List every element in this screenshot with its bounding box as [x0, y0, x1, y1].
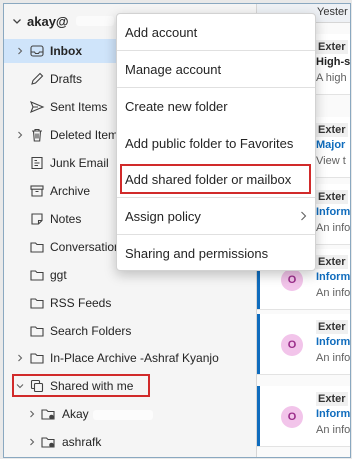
shared-item-ashrafk[interactable]: ashrafk: [4, 430, 256, 454]
folder-label: Archive: [50, 184, 91, 198]
highlight-box-shared-with-me: [12, 374, 150, 397]
message-sender: Exter: [316, 123, 348, 137]
folder-label: In-Place Archive -Ashraf Kyanjo: [50, 351, 219, 365]
menu-item-create-new-folder[interactable]: Create new folder: [117, 88, 315, 124]
folder-label: ggt: [50, 268, 67, 282]
message-preview: An info: [316, 287, 351, 299]
chevron-down-icon: [12, 16, 22, 26]
chevron-right-icon[interactable]: [16, 354, 24, 362]
folder-label: Akay: [62, 407, 153, 421]
avatar: O: [281, 406, 303, 428]
folder-label: ashrafk: [62, 435, 102, 449]
chevron-right-icon[interactable]: [28, 438, 36, 446]
message-subject: Major: [316, 139, 346, 151]
date-group-label: Yester: [317, 6, 348, 18]
shared-folder-icon: [41, 409, 55, 420]
chevron-right-icon: [301, 211, 307, 221]
junk-icon: [31, 156, 43, 170]
unread-bar: [257, 314, 260, 374]
folder-label: Drafts: [50, 72, 83, 86]
avatar: O: [281, 334, 303, 356]
avatar: O: [281, 269, 303, 291]
folder-icon: [30, 242, 44, 253]
message-sender: Exter: [316, 392, 348, 406]
unread-bar: [257, 386, 260, 446]
message-subject: Inform: [316, 206, 351, 218]
menu-item-label: Sharing and permissions: [125, 246, 269, 261]
menu-item-assign-policy[interactable]: Assign policy: [117, 198, 315, 235]
shared-item-akay[interactable]: Akay: [4, 402, 256, 426]
note-icon: [31, 213, 43, 225]
menu-item-label: Create new folder: [125, 99, 228, 114]
inbox-icon: [30, 45, 44, 57]
folder-search-folders[interactable]: Search Folders: [4, 319, 256, 343]
message-item[interactable]: O Exter Inform An info: [257, 314, 351, 375]
folder-label: Search Folders: [50, 324, 132, 338]
folder-label: Conversation: [50, 240, 121, 254]
folder-icon: [30, 270, 44, 281]
message-preview: An info: [316, 222, 351, 234]
menu-item-label: Assign policy: [125, 209, 201, 224]
message-preview: A high: [316, 72, 347, 84]
chevron-right-icon[interactable]: [16, 131, 24, 139]
message-preview: An info: [316, 352, 351, 364]
folder-icon: [30, 353, 44, 364]
context-menu: Add account Manage account Create new fo…: [116, 13, 316, 271]
message-subject: Inform: [316, 408, 351, 420]
folder-icon: [30, 298, 44, 309]
menu-item-sharing-permissions[interactable]: Sharing and permissions: [117, 235, 315, 271]
archive-icon: [30, 185, 44, 197]
chevron-right-icon[interactable]: [16, 47, 24, 55]
shared-folder-icon: [41, 437, 55, 448]
folder-label: Deleted Item: [50, 128, 119, 142]
chevron-right-icon[interactable]: [28, 410, 36, 418]
folder-label: Notes: [50, 212, 82, 226]
message-subject: Inform: [316, 336, 351, 348]
account-header[interactable]: akay@: [12, 11, 114, 31]
folder-label: Sent Items: [50, 100, 108, 114]
folder-icon: [30, 326, 44, 337]
message-sender: Exter: [316, 320, 348, 334]
trash-icon: [32, 128, 42, 142]
name-redaction: [92, 409, 153, 420]
menu-item-label: Manage account: [125, 62, 222, 77]
account-name: akay@: [27, 13, 69, 29]
message-subject: High-s: [316, 56, 351, 68]
message-preview: View t: [316, 155, 346, 167]
send-icon: [30, 100, 45, 114]
message-subject: Inform: [316, 271, 351, 283]
pencil-icon: [31, 72, 44, 85]
folder-label: Junk Email: [50, 156, 109, 170]
menu-item-add-public-folder[interactable]: Add public folder to Favorites: [117, 125, 315, 161]
menu-item-manage-account[interactable]: Manage account: [117, 51, 315, 88]
menu-item-label: Add public folder to Favorites: [125, 136, 294, 151]
menu-item-label: Add account: [125, 25, 198, 40]
outlook-window: akay@ Inbox Drafts Sent Items Deleted It…: [3, 3, 351, 458]
message-preview: An info: [316, 424, 351, 436]
menu-item-add-account[interactable]: Add account: [117, 14, 315, 51]
message-sender: Exter: [316, 40, 348, 54]
message-sender: Exter: [316, 255, 348, 269]
folder-in-place-archive[interactable]: In-Place Archive -Ashraf Kyanjo: [4, 346, 256, 370]
folder-rss-feeds[interactable]: RSS Feeds: [4, 291, 256, 315]
folder-label: Inbox: [50, 44, 82, 58]
message-sender: Exter: [316, 190, 348, 204]
folder-label: RSS Feeds: [50, 296, 112, 310]
message-item[interactable]: O Exter Inform An info: [257, 386, 351, 447]
highlight-box-add-shared-folder: [120, 164, 311, 194]
account-redaction: [75, 16, 114, 26]
